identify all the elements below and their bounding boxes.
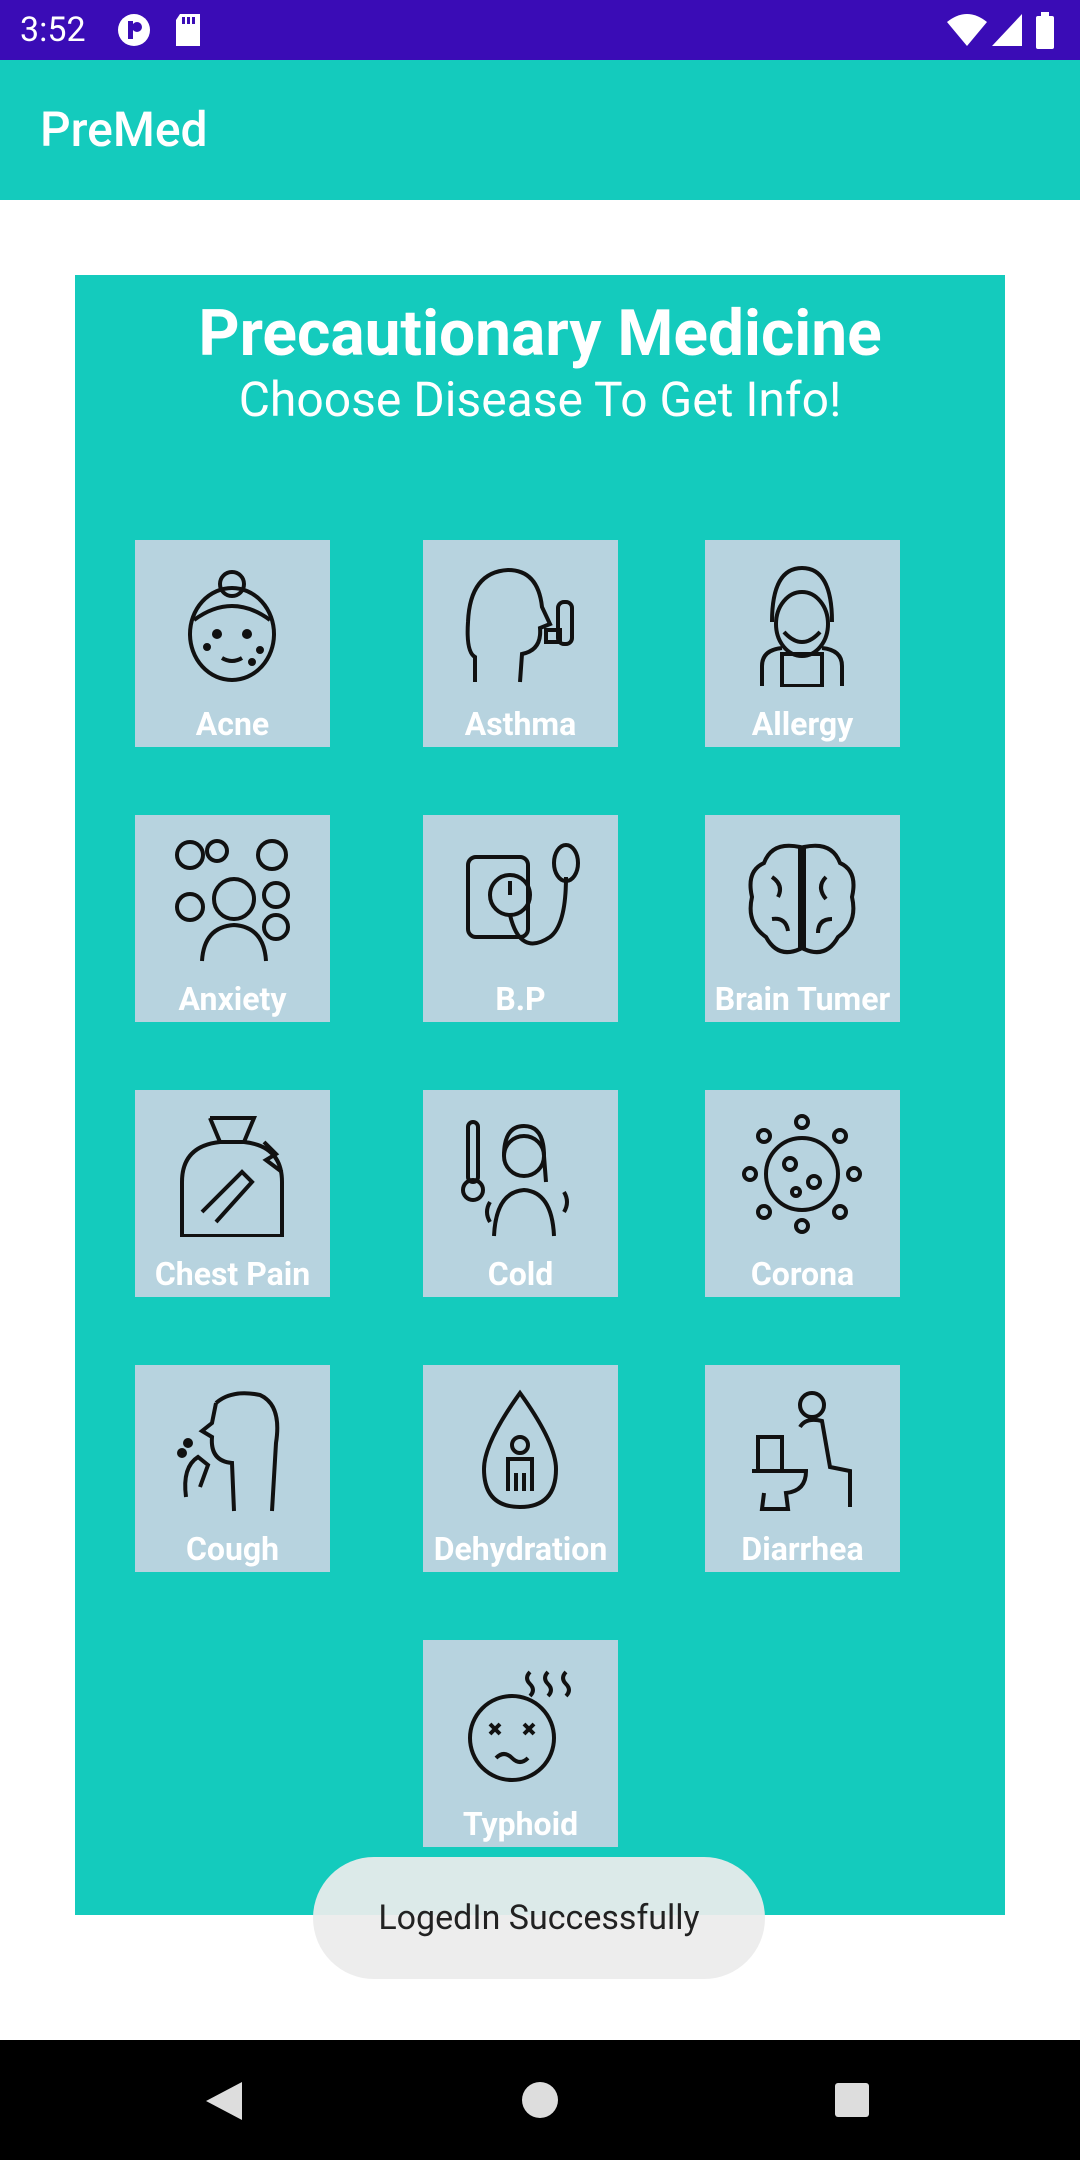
status-bar: 3:52 [0, 0, 1080, 60]
toast-message: LogedIn Successfully [313, 1857, 765, 1979]
anxiety-icon [175, 839, 290, 962]
cold-icon [461, 1120, 569, 1237]
home-icon[interactable] [520, 2080, 560, 2120]
disease-tile-anxiety[interactable]: Anxiety [135, 815, 330, 1022]
fever-face-icon [468, 1670, 571, 1782]
disease-label: Diarrhea [741, 1530, 864, 1568]
disease-label: Corona [750, 1255, 855, 1293]
brain-icon [748, 843, 856, 954]
virus-icon [742, 1114, 862, 1234]
app-title: PreMed [40, 101, 208, 158]
disease-tile-cold[interactable]: Cold [423, 1090, 618, 1297]
disease-tile-corona[interactable]: Corona [705, 1090, 900, 1297]
disease-tile-bp[interactable]: B.P [423, 815, 618, 1022]
disease-label: Brain Tumer [714, 980, 891, 1018]
disease-tile-acne[interactable]: Acne [135, 540, 330, 747]
disease-label: Typhoid [462, 1805, 579, 1843]
chest-pain-icon [180, 1116, 284, 1237]
blood-pressure-icon [466, 843, 580, 946]
battery-icon [1036, 12, 1054, 49]
page-subtitle: Choose Disease To Get Info! [238, 371, 842, 428]
cough-icon [177, 1391, 280, 1512]
disease-tile-brain-tumer[interactable]: Brain Tumer [705, 815, 900, 1022]
disease-tile-diarrhea[interactable]: Diarrhea [705, 1365, 900, 1572]
disease-panel: Precautionary Medicine Choose Disease To… [75, 275, 1005, 1915]
disease-label: Chest Pain [154, 1255, 311, 1293]
app-notification-icon [118, 14, 150, 46]
toilet-icon [752, 1391, 852, 1511]
back-icon[interactable] [204, 2080, 244, 2122]
disease-label: Dehydration [433, 1530, 608, 1568]
disease-tile-dehydration[interactable]: Dehydration [423, 1365, 618, 1572]
allergy-icon [760, 565, 844, 687]
disease-label: Allergy [751, 705, 854, 743]
navigation-bar [0, 2040, 1080, 2160]
page-title: Precautionary Medicine [198, 296, 882, 371]
disease-label: Cough [185, 1530, 280, 1568]
signal-icon [992, 14, 1022, 46]
recents-icon[interactable] [834, 2082, 870, 2118]
sd-card-icon [176, 14, 200, 46]
disease-tile-typhoid[interactable]: Typhoid [423, 1640, 618, 1847]
disease-tile-cough[interactable]: Cough [135, 1365, 330, 1572]
status-time: 3:52 [20, 10, 86, 50]
wifi-icon [947, 14, 987, 46]
app-bar: PreMed [0, 60, 1080, 200]
acne-icon [188, 570, 276, 682]
disease-label: Acne [195, 705, 270, 743]
disease-tile-allergy[interactable]: Allergy [705, 540, 900, 747]
asthma-icon [465, 567, 574, 683]
disease-label: Asthma [464, 705, 577, 743]
disease-label: Cold [487, 1255, 554, 1293]
disease-label: B.P [495, 980, 546, 1018]
disease-tile-chest-pain[interactable]: Chest Pain [135, 1090, 330, 1297]
disease-tile-asthma[interactable]: Asthma [423, 540, 618, 747]
disease-label: Anxiety [178, 980, 287, 1018]
drop-icon [481, 1389, 559, 1510]
